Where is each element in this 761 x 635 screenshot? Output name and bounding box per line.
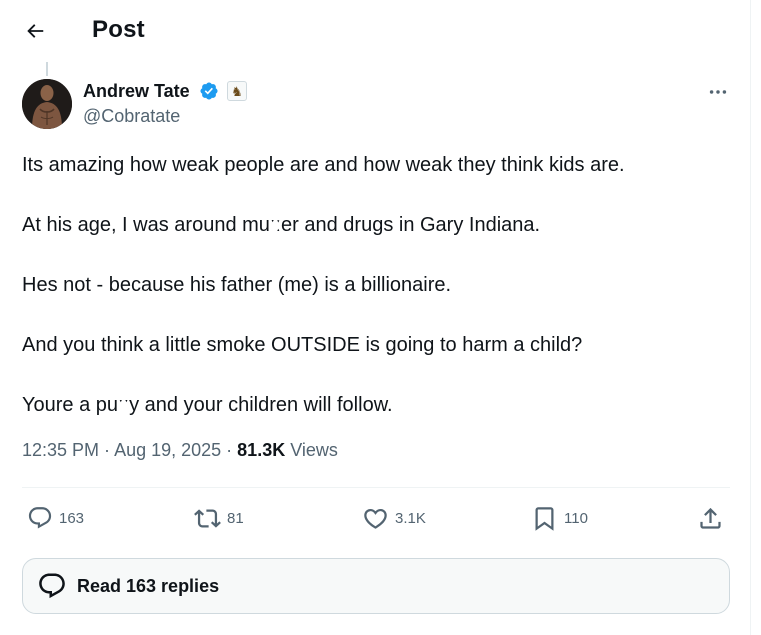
share-icon <box>700 507 721 529</box>
tweet-paragraph: And you think a little smoke OUTSIDE is … <box>22 334 583 356</box>
tweet-paragraph: Hes not - because his father (me) is a b… <box>22 274 452 296</box>
reply-button[interactable]: 163 <box>27 504 84 532</box>
author-display-name[interactable]: Andrew Tate <box>83 81 190 102</box>
page-title: Post <box>92 16 145 43</box>
affiliation-badge[interactable]: ♞ <box>227 81 247 101</box>
bookmark-icon <box>535 506 554 531</box>
views-count: 81.3K <box>237 440 286 460</box>
tweet-time[interactable]: 12:35 PM <box>22 440 99 460</box>
meta-separator: · <box>99 440 115 460</box>
reply-count: 163 <box>59 509 85 527</box>
views-label: Views <box>285 440 338 460</box>
author-handle[interactable]: @Cobratate <box>83 106 180 127</box>
back-button[interactable] <box>18 14 52 48</box>
arrow-left-icon <box>27 24 44 38</box>
tweet-paragraph: Youre a puˑˑy and your children will fol… <box>22 394 393 416</box>
share-button[interactable] <box>697 504 724 532</box>
tweet-paragraph: At his age, I was around muˑːer and drug… <box>22 214 541 236</box>
tweet-text: Its amazing how weak people are and how … <box>22 150 738 450</box>
meta-separator: · <box>221 440 238 460</box>
reply-bubble-icon <box>28 507 52 529</box>
repost-button[interactable]: 81 <box>194 504 244 532</box>
bookmark-count: 110 <box>564 509 588 527</box>
more-options-button[interactable] <box>703 80 733 104</box>
tweet-paragraph: Its amazing how weak people are and how … <box>22 154 625 176</box>
heart-icon <box>364 508 387 529</box>
author-avatar[interactable] <box>22 79 72 129</box>
like-button[interactable]: 3.1K <box>362 504 426 532</box>
verified-badge-icon[interactable] <box>199 81 219 101</box>
reply-bubble-icon <box>36 570 68 602</box>
like-count: 3.1K <box>395 509 426 527</box>
post-header: Post <box>0 0 750 62</box>
repost-count: 81 <box>227 509 244 527</box>
more-horizontal-icon <box>709 90 727 94</box>
tweet-date[interactable]: Aug 19, 2025 <box>114 440 221 460</box>
read-replies-label: Read 163 replies <box>77 575 220 596</box>
divider-top <box>22 487 730 488</box>
repost-icon <box>194 508 221 528</box>
tweet-metadata: 12:35 PM · Aug 19, 2025 · 81.3K Views <box>22 440 338 461</box>
bookmark-button[interactable]: 110 <box>531 504 588 532</box>
thread-connector-line <box>46 62 48 76</box>
column-border <box>750 0 751 635</box>
read-replies-button[interactable]: Read 163 replies <box>22 558 730 614</box>
